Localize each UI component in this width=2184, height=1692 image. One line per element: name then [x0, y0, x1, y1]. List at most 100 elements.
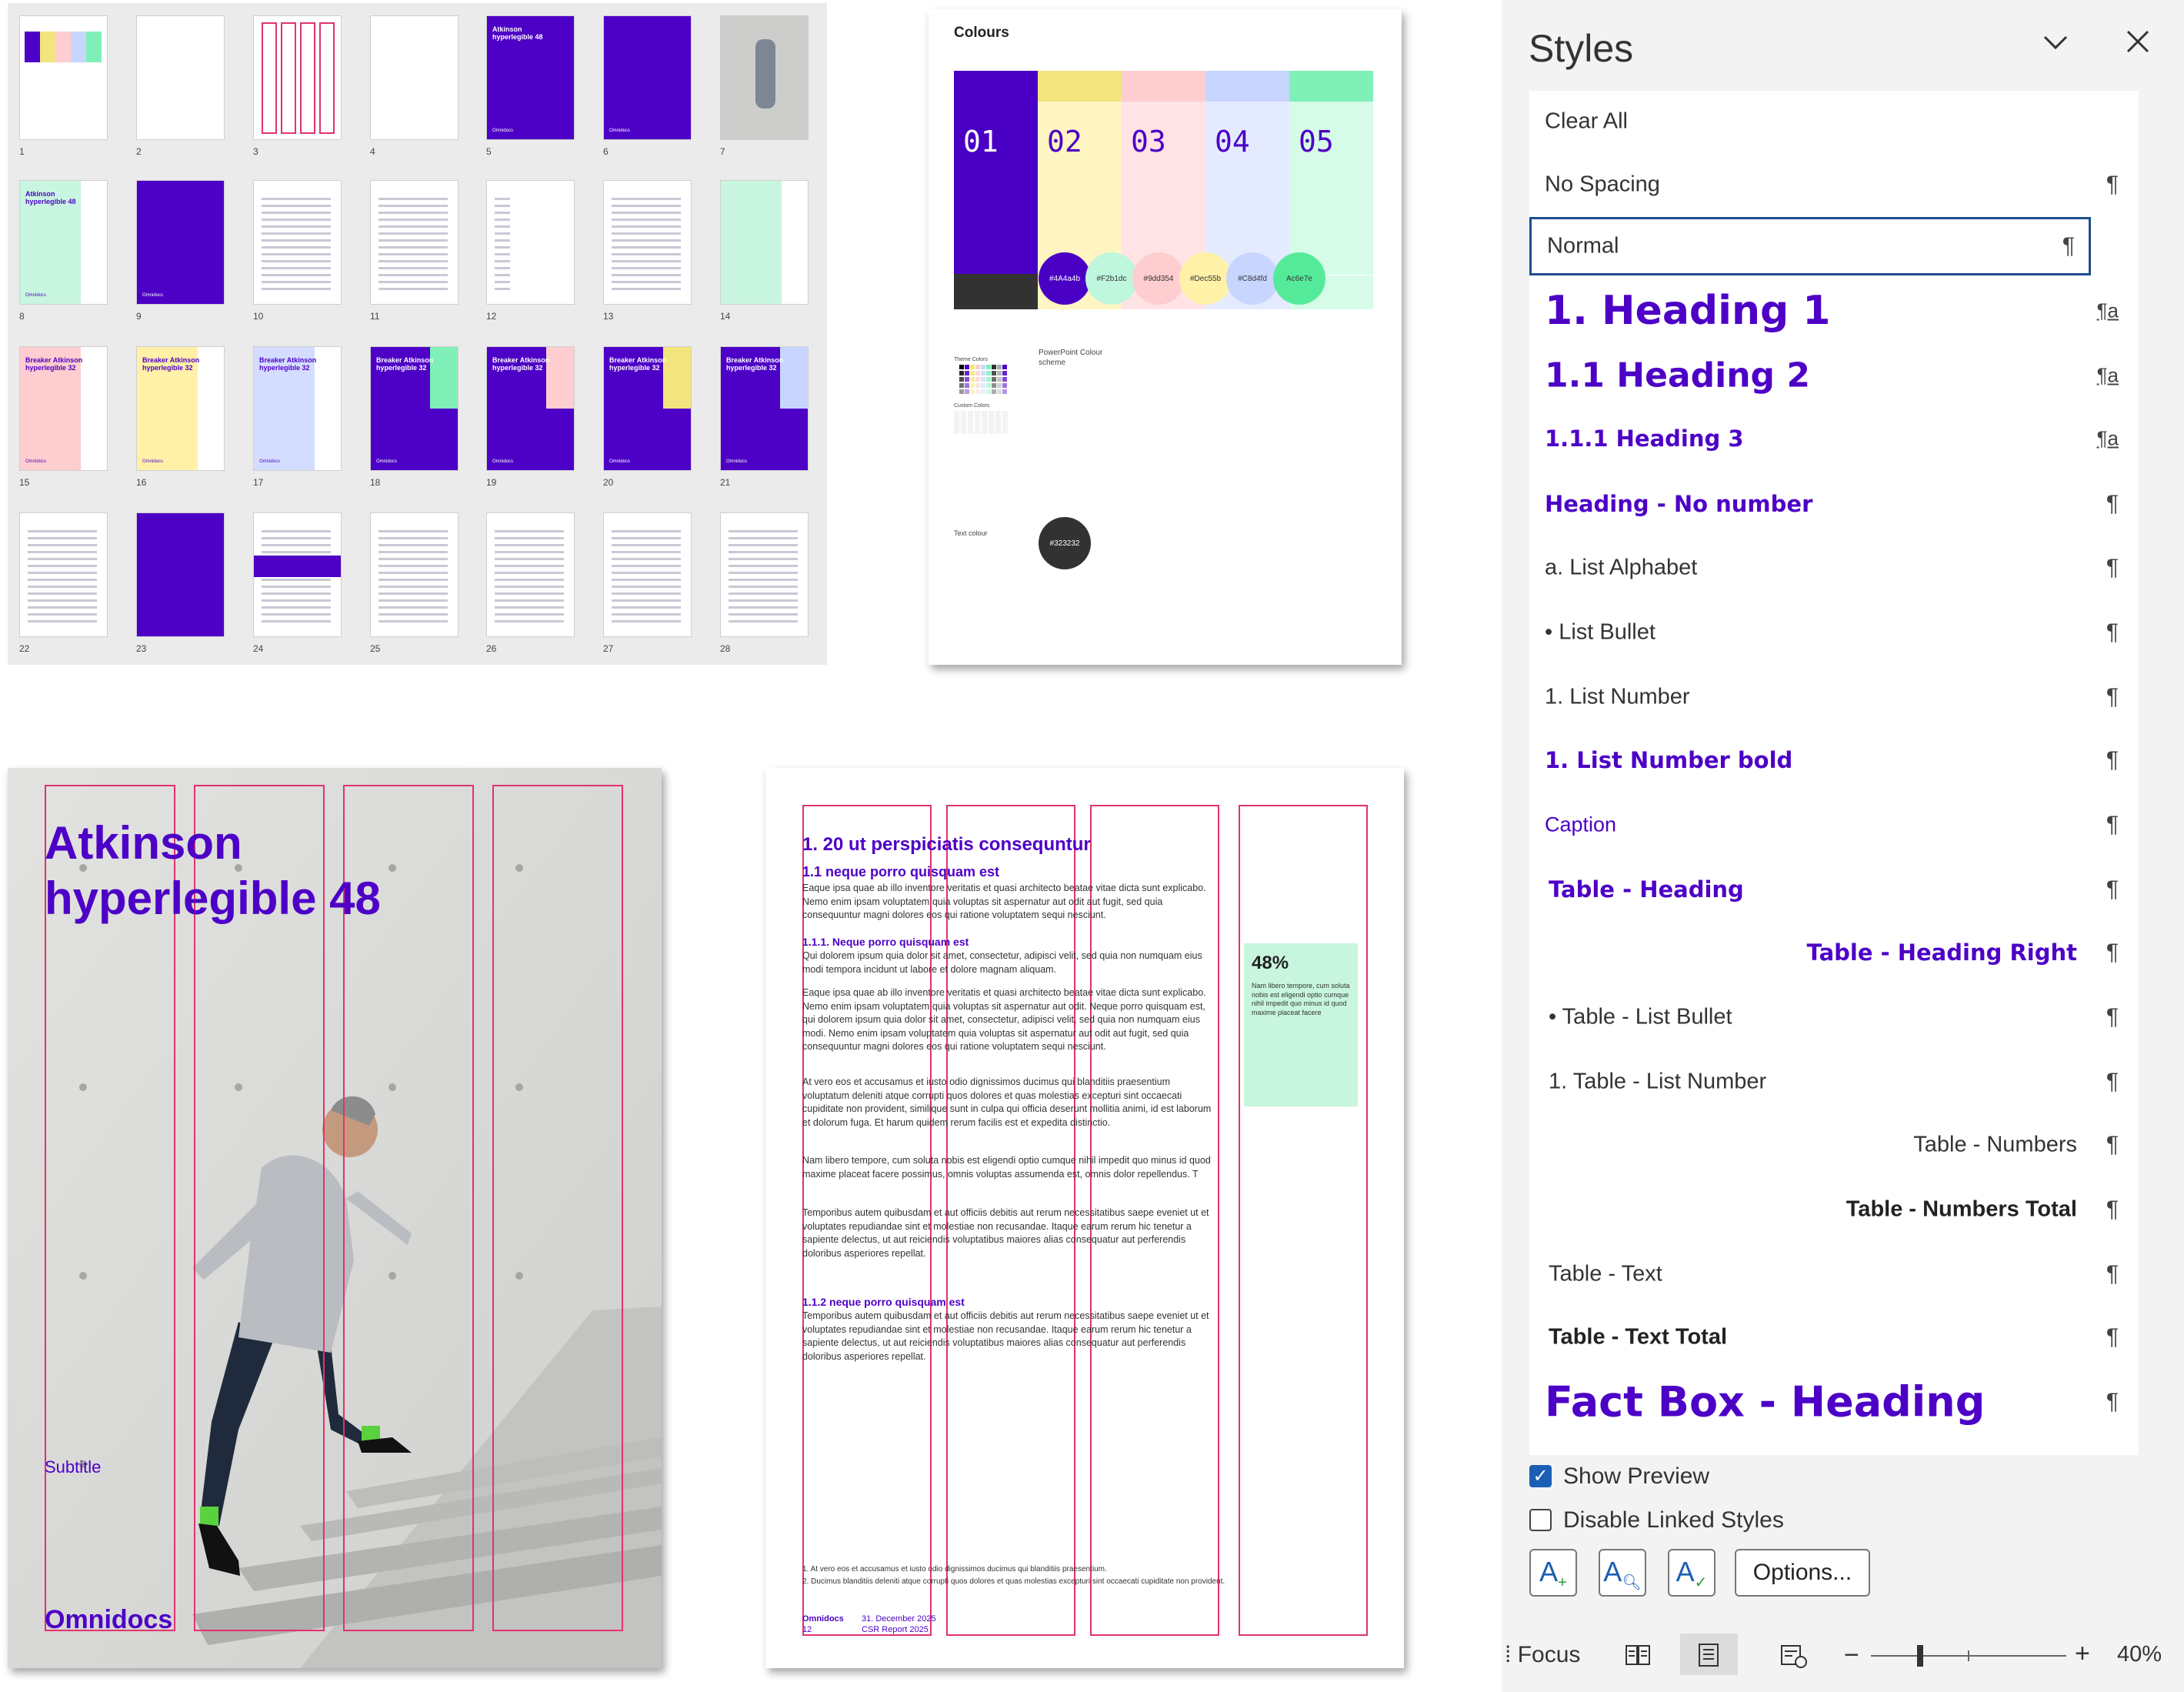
style-item[interactable]: Heading - No number ¶ [1529, 473, 2139, 535]
style-item[interactable]: Fact Box - Heading ¶ [1529, 1371, 2139, 1433]
thumbnail-text-line [378, 219, 448, 221]
page-thumbnail[interactable] [603, 512, 692, 637]
style-item[interactable]: Table - Numbers ¶ [1529, 1114, 2139, 1176]
page-thumbnail[interactable] [720, 15, 809, 140]
thumbnail-text-line [495, 274, 510, 276]
thumbnail-text-line [378, 565, 448, 567]
zoom-level[interactable]: 40% [2117, 1642, 2162, 1667]
page-thumbnail[interactable] [720, 180, 809, 305]
focus-button[interactable]: ⁞ Focus [1505, 1642, 1580, 1668]
style-item[interactable]: 1. Table - List Number ¶ [1529, 1051, 2139, 1113]
style-item[interactable]: Table - Text ¶ [1529, 1243, 2139, 1305]
style-item[interactable]: Table - Numbers Total ¶ [1529, 1179, 2139, 1240]
style-item-label: • Table - List Bullet [1549, 1004, 1732, 1030]
theme-color-cell [981, 377, 985, 382]
thumbnail-text-line [729, 620, 798, 622]
theme-color-cell [986, 377, 991, 382]
page-thumbnail[interactable] [19, 512, 108, 637]
page-thumbnail[interactable]: Atkinson hyperlegible 48 Omnidocs [486, 15, 575, 140]
thumbnail-text-line [612, 565, 681, 567]
thumbnail-text-line [28, 530, 97, 532]
page-thumbnail[interactable] [486, 512, 575, 637]
style-item[interactable]: Table - Heading Right ¶ [1529, 922, 2139, 983]
body-paragraph: At vero eos et accusamus et iusto odio d… [802, 1076, 1212, 1128]
colour-number: 04 [1215, 125, 1250, 159]
page-thumbnail[interactable] [136, 15, 225, 140]
page-thumbnail[interactable]: Omnidocs [603, 15, 692, 140]
page-thumbnail[interactable] [370, 512, 458, 637]
style-item[interactable]: No Spacing ¶ [1529, 154, 2139, 215]
style-item[interactable]: 1. Heading 1 ¶a [1529, 280, 2139, 342]
page-thumbnail[interactable] [253, 15, 342, 140]
styles-pane-title: Styles [1529, 27, 1634, 70]
web-layout-icon[interactable] [1780, 1644, 1808, 1668]
thumbnail-brand: Omnidocs [726, 459, 748, 464]
thumbnail-text-line [28, 599, 97, 602]
style-item-selected[interactable]: Normal ¶ [1529, 217, 2091, 275]
colour-number: 03 [1131, 125, 1166, 159]
style-item[interactable]: 1. List Number bold ¶ [1529, 729, 2139, 791]
print-layout-icon [1699, 1644, 1719, 1667]
style-item[interactable]: • Table - List Bullet ¶ [1529, 986, 2139, 1048]
style-inspector-button[interactable]: A🔍︎ [1599, 1549, 1646, 1597]
page-thumbnail[interactable] [720, 512, 809, 637]
theme-color-cell [1002, 365, 1007, 369]
thumbnail-title: Atkinson hyperlegible 48 [492, 25, 543, 42]
close-icon[interactable] [2125, 28, 2151, 55]
page-thumbnail[interactable]: Breaker Atkinson hyperlegible 32 Omnidocs [603, 346, 692, 471]
page-thumbnail[interactable]: Atkinson hyperlegible 48 Omnidocs [19, 180, 108, 305]
thumbnail-text-line [28, 579, 97, 581]
zoom-slider-thumb[interactable] [1916, 1645, 1923, 1667]
theme-color-cell [965, 383, 969, 388]
page-thumbnail[interactable] [136, 512, 225, 637]
body-paragraph: Temporibus autem quibusdam et aut offici… [802, 1207, 1209, 1259]
options-button[interactable]: Options... [1735, 1549, 1870, 1597]
page-thumbnail[interactable]: Omnidocs [136, 180, 225, 305]
zoom-in-button[interactable]: + [2075, 1639, 2090, 1669]
style-item-label: 1. Table - List Number [1549, 1069, 1767, 1094]
zoom-out-button[interactable]: − [1844, 1640, 1859, 1670]
paragraph-style-icon: ¶ [2106, 172, 2119, 197]
manage-styles-button[interactable]: A✓ [1668, 1549, 1716, 1597]
theme-color-cell [970, 389, 975, 394]
page-thumbnail[interactable]: Breaker Atkinson hyperlegible 32 Omnidocs [136, 346, 225, 471]
read-mode-icon[interactable] [1625, 1644, 1651, 1667]
style-item[interactable]: Caption ¶ [1529, 794, 2139, 856]
page-thumbnail[interactable] [19, 15, 108, 140]
thumbnail-text-line [495, 288, 510, 290]
page-thumbnail[interactable] [603, 180, 692, 305]
page-thumbnail[interactable]: Breaker Atkinson hyperlegible 32 Omnidocs [720, 346, 809, 471]
style-item[interactable]: 1.1 Heading 2 ¶a [1529, 345, 2139, 406]
style-item[interactable]: Table - Heading ¶ [1529, 859, 2139, 920]
paragraph-style-icon: ¶ [2106, 555, 2119, 580]
status-bar: ⁞ Focus − + 40% [1502, 1622, 2184, 1692]
theme-color-cell [954, 383, 959, 388]
page-thumbnail[interactable] [370, 180, 458, 305]
colour-block-tint [1205, 102, 1289, 240]
page-thumbnail[interactable] [370, 15, 458, 140]
page-thumbnail[interactable]: Breaker Atkinson hyperlegible 32 Omnidocs [253, 346, 342, 471]
print-layout-button[interactable] [1680, 1634, 1738, 1675]
thumbnail-grid-column [319, 22, 335, 134]
page-thumbnail[interactable] [253, 512, 342, 637]
body-page: 1. 20 ut perspiciatis consequntur 1.1 ne… [765, 768, 1404, 1668]
style-item[interactable]: a. List Alphabet ¶ [1529, 537, 2139, 599]
page-thumbnail[interactable] [486, 180, 575, 305]
thumbnail-text-line [28, 537, 97, 539]
page-thumbnail-number: 2 [136, 146, 142, 157]
show-preview-checkbox[interactable]: ✓ [1529, 1465, 1552, 1487]
chevron-down-icon[interactable] [2040, 31, 2071, 54]
page-thumbnail[interactable]: Breaker Atkinson hyperlegible 32 Omnidocs [486, 346, 575, 471]
style-item[interactable]: 1. List Number ¶ [1529, 666, 2139, 728]
style-item[interactable]: Table - Text Total ¶ [1529, 1307, 2139, 1368]
new-style-button[interactable]: A+ [1529, 1549, 1577, 1597]
page-thumbnail[interactable]: Breaker Atkinson hyperlegible 32 Omnidocs [370, 346, 458, 471]
style-item[interactable]: 1.1.1 Heading 3 ¶a [1529, 408, 2139, 469]
style-item[interactable]: Clear All [1529, 91, 2139, 152]
disable-linked-styles-checkbox[interactable] [1529, 1509, 1552, 1531]
page-thumbnail[interactable] [253, 180, 342, 305]
page-thumbnail[interactable]: Breaker Atkinson hyperlegible 32 Omnidocs [19, 346, 108, 471]
style-item[interactable]: • List Bullet ¶ [1529, 602, 2139, 663]
thumbnail-text-line [495, 544, 564, 546]
thumbnail-text-line [262, 260, 331, 262]
